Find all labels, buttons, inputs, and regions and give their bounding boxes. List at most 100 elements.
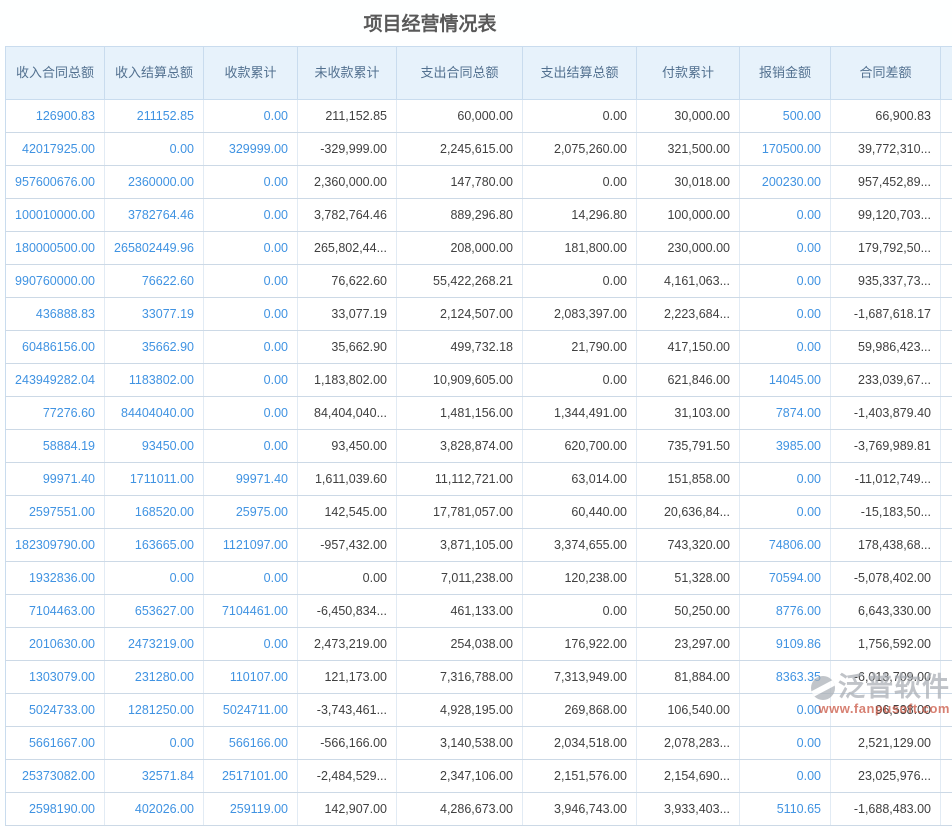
cell-reimbursement_amount[interactable]: 74806.00 — [740, 529, 831, 562]
cell-reimbursement_amount[interactable]: 0.00 — [740, 331, 831, 364]
cell-income_contract_total[interactable]: 2010630.00 — [6, 628, 105, 661]
cell-income_settlement_total[interactable]: 168520.00 — [105, 496, 204, 529]
cell-income_settlement_total[interactable]: 1183802.00 — [105, 364, 204, 397]
cell-income_contract_total[interactable]: 58884.19 — [6, 430, 105, 463]
cell-income_contract_total[interactable]: 2597551.00 — [6, 496, 105, 529]
cell-income_contract_total[interactable]: 243949282.04 — [6, 364, 105, 397]
cell-income_settlement_total[interactable]: 84404040.00 — [105, 397, 204, 430]
cell-collection_cumulative[interactable]: 5024711.00 — [204, 694, 298, 727]
cell-income_contract_total[interactable]: 182309790.00 — [6, 529, 105, 562]
cell-income_contract_total[interactable]: 436888.83 — [6, 298, 105, 331]
cell-income_settlement_total[interactable]: 2360000.00 — [105, 166, 204, 199]
cell-collection_cumulative[interactable]: 2517101.00 — [204, 760, 298, 793]
cell-reimbursement_amount[interactable]: 0.00 — [740, 727, 831, 760]
cell-uncollected_cumulative: 33,077.19 — [298, 298, 397, 331]
cell-income_contract_total[interactable]: 5661667.00 — [6, 727, 105, 760]
cell-reimbursement_amount[interactable]: 3985.00 — [740, 430, 831, 463]
cell-income_contract_total[interactable]: 1303079.00 — [6, 661, 105, 694]
cell-reimbursement_amount[interactable]: 0.00 — [740, 298, 831, 331]
cell-uncollected_cumulative: 121,173.00 — [298, 661, 397, 694]
cell-income_settlement_total[interactable]: 76622.60 — [105, 265, 204, 298]
cell-income_settlement_total[interactable]: 0.00 — [105, 727, 204, 760]
cell-collection_cumulative[interactable]: 0.00 — [204, 562, 298, 595]
cell-expense_settlement_total: 2,083,397.00 — [523, 298, 637, 331]
cell-income_settlement_total[interactable]: 211152.85 — [105, 100, 204, 133]
cell-collection_cumulative[interactable]: 1121097.00 — [204, 529, 298, 562]
cell-collection_cumulative[interactable]: 0.00 — [204, 397, 298, 430]
cell-income_contract_total[interactable]: 2598190.00 — [6, 793, 105, 826]
cell-income_settlement_total[interactable]: 402026.00 — [105, 793, 204, 826]
cell-income_contract_total[interactable]: 957600676.00 — [6, 166, 105, 199]
cell-collection_cumulative[interactable]: 99971.40 — [204, 463, 298, 496]
cell-collection_cumulative[interactable]: 0.00 — [204, 298, 298, 331]
cell-uncollected_cumulative: -2,484,529... — [298, 760, 397, 793]
cell-collection_cumulative[interactable]: 0.00 — [204, 331, 298, 364]
cell-income_contract_total[interactable]: 42017925.00 — [6, 133, 105, 166]
cell-reimbursement_amount[interactable]: 0.00 — [740, 496, 831, 529]
cell-income_settlement_total[interactable]: 265802449.96 — [105, 232, 204, 265]
cell-uncollected_cumulative: 211,152.85 — [298, 100, 397, 133]
cell-income_contract_total[interactable]: 990760000.00 — [6, 265, 105, 298]
cell-collection_cumulative[interactable]: 0.00 — [204, 265, 298, 298]
cell-collection_cumulative[interactable]: 0.00 — [204, 364, 298, 397]
cell-collection_cumulative[interactable]: 25975.00 — [204, 496, 298, 529]
cell-expense_settlement_total: 3,946,743.00 — [523, 793, 637, 826]
cell-income_contract_total[interactable]: 180000500.00 — [6, 232, 105, 265]
cell-collection_cumulative[interactable]: 0.00 — [204, 199, 298, 232]
cell-reimbursement_amount[interactable]: 0.00 — [740, 760, 831, 793]
cell-income_settlement_total[interactable]: 653627.00 — [105, 595, 204, 628]
cell-reimbursement_amount[interactable]: 200230.00 — [740, 166, 831, 199]
cell-reimbursement_amount[interactable]: 0.00 — [740, 199, 831, 232]
table-body: 126900.83211152.850.00211,152.8560,000.0… — [6, 100, 952, 826]
cell-income_settlement_total[interactable]: 93450.00 — [105, 430, 204, 463]
cell-income_contract_total[interactable]: 25373082.00 — [6, 760, 105, 793]
cell-collection_cumulative[interactable]: 0.00 — [204, 232, 298, 265]
cell-income_settlement_total[interactable]: 35662.90 — [105, 331, 204, 364]
cell-income_settlement_total[interactable]: 3782764.46 — [105, 199, 204, 232]
cell-reimbursement_amount[interactable]: 0.00 — [740, 694, 831, 727]
table-row: 182309790.00163665.001121097.00-957,432.… — [6, 529, 952, 562]
table-row: 25373082.0032571.842517101.00-2,484,529.… — [6, 760, 952, 793]
cell-collection_cumulative[interactable]: 110107.00 — [204, 661, 298, 694]
cell-income_settlement_total[interactable]: 0.00 — [105, 133, 204, 166]
table-row: 42017925.000.00329999.00-329,999.002,245… — [6, 133, 952, 166]
cell-collection_cumulative[interactable]: 0.00 — [204, 628, 298, 661]
cell-reimbursement_amount[interactable]: 170500.00 — [740, 133, 831, 166]
cell-reimbursement_amount[interactable]: 70594.00 — [740, 562, 831, 595]
cell-income_settlement_total[interactable]: 0.00 — [105, 562, 204, 595]
cell-income_settlement_total[interactable]: 2473219.00 — [105, 628, 204, 661]
cell-income_contract_total[interactable]: 99971.40 — [6, 463, 105, 496]
cell-income_settlement_total[interactable]: 231280.00 — [105, 661, 204, 694]
cell-collection_cumulative[interactable]: 7104461.00 — [204, 595, 298, 628]
cell-reimbursement_amount[interactable]: 8363.35 — [740, 661, 831, 694]
cell-income_contract_total[interactable]: 100010000.00 — [6, 199, 105, 232]
cell-income_settlement_total[interactable]: 1281250.00 — [105, 694, 204, 727]
cell-reimbursement_amount[interactable]: 8776.00 — [740, 595, 831, 628]
cell-income_contract_total[interactable]: 7104463.00 — [6, 595, 105, 628]
cell-income_contract_total[interactable]: 77276.60 — [6, 397, 105, 430]
cell-collection_cumulative[interactable]: 259119.00 — [204, 793, 298, 826]
cell-collection_cumulative[interactable]: 329999.00 — [204, 133, 298, 166]
cell-reimbursement_amount[interactable]: 5110.65 — [740, 793, 831, 826]
cell-collection_cumulative[interactable]: 566166.00 — [204, 727, 298, 760]
cell-collection_cumulative[interactable]: 0.00 — [204, 100, 298, 133]
cell-income_settlement_total[interactable]: 1711011.00 — [105, 463, 204, 496]
cell-income_settlement_total[interactable]: 32571.84 — [105, 760, 204, 793]
cell-collection_cumulative[interactable]: 0.00 — [204, 430, 298, 463]
cell-income_contract_total[interactable]: 1932836.00 — [6, 562, 105, 595]
cell-income_contract_total[interactable]: 126900.83 — [6, 100, 105, 133]
cell-reimbursement_amount[interactable]: 0.00 — [740, 265, 831, 298]
cell-reimbursement_amount[interactable]: 500.00 — [740, 100, 831, 133]
cell-reimbursement_amount[interactable]: 14045.00 — [740, 364, 831, 397]
cell-collection_cumulative[interactable]: 0.00 — [204, 166, 298, 199]
cell-reimbursement_amount[interactable]: 0.00 — [740, 232, 831, 265]
cell-income_contract_total[interactable]: 5024733.00 — [6, 694, 105, 727]
cell-reimbursement_amount[interactable]: 9109.86 — [740, 628, 831, 661]
cell-reimbursement_amount[interactable]: 7874.00 — [740, 397, 831, 430]
cell-income_settlement_total[interactable]: 163665.00 — [105, 529, 204, 562]
cell-reimbursement_amount[interactable]: 0.00 — [740, 463, 831, 496]
cell-income_contract_total[interactable]: 60486156.00 — [6, 331, 105, 364]
cell-expense_contract_total: 10,909,605.00 — [397, 364, 523, 397]
cell-expense_contract_total: 1,481,156.00 — [397, 397, 523, 430]
cell-income_settlement_total[interactable]: 33077.19 — [105, 298, 204, 331]
